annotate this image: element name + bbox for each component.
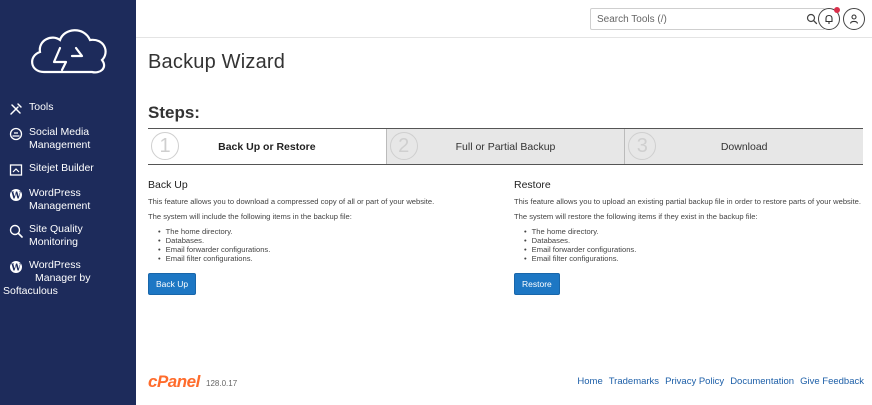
svg-text:W: W xyxy=(10,192,22,202)
footer-link-trademarks[interactable]: Trademarks xyxy=(609,376,659,387)
step-label: Full or Partial Backup xyxy=(455,140,556,153)
list-item: Email filter configurations. xyxy=(158,254,488,263)
svg-text:W: W xyxy=(10,264,22,274)
sidebar-item-label-line: Site Quality xyxy=(29,223,83,235)
step-number: 1 xyxy=(151,132,179,160)
sidebar-item-label-line: Management xyxy=(29,139,91,151)
list-item: Email forwarder configurations. xyxy=(158,245,488,254)
restore-intro: The system will restore the following it… xyxy=(514,212,758,221)
list-item: Email forwarder configurations. xyxy=(524,245,864,254)
search-icon[interactable] xyxy=(806,13,818,25)
site-quality-icon xyxy=(9,224,23,238)
restore-description: This feature allows you to upload an exi… xyxy=(514,197,861,206)
step-number: 3 xyxy=(628,132,657,160)
list-item: The home directory. xyxy=(524,227,864,236)
step-label: Download xyxy=(720,140,768,153)
footer-link-give-feedback[interactable]: Give Feedback xyxy=(800,376,864,387)
step-2[interactable]: 2 Full or Partial Backup xyxy=(386,129,626,164)
backup-description: This feature allows you to download a co… xyxy=(148,197,435,206)
backup-heading: Back Up xyxy=(148,179,188,191)
footer-link-documentation[interactable]: Documentation xyxy=(730,376,794,387)
search-box xyxy=(590,8,825,30)
list-item: The home directory. xyxy=(158,227,488,236)
step-3[interactable]: 3 Download xyxy=(625,129,864,164)
tools-icon xyxy=(10,103,22,115)
sidebar-item-label: Tools xyxy=(29,101,54,113)
main-content: Backup Wizard Steps: 1 Back Up or Restor… xyxy=(136,38,872,405)
notification-badge xyxy=(834,7,840,13)
user-menu-button[interactable] xyxy=(843,8,865,30)
footer-link-privacy-policy[interactable]: Privacy Policy xyxy=(665,376,724,387)
sidebar-item-label: WordPress Management xyxy=(29,187,90,213)
steps-title: Steps: xyxy=(148,103,200,122)
sidebar-item-label-line: Monitoring xyxy=(29,236,79,248)
sidebar-item-label: Sitejet Builder xyxy=(29,162,94,174)
restore-button[interactable]: Restore xyxy=(514,273,560,295)
sidebar-nav: Tools Social Media Management Sitejet Bu… xyxy=(0,101,136,308)
list-item: Databases. xyxy=(158,236,488,245)
step-label: Back Up or Restore xyxy=(218,140,316,153)
sidebar-item-label-line: WordPress xyxy=(29,187,81,199)
restore-heading: Restore xyxy=(514,179,551,191)
sidebar-item-label-line: Softaculous xyxy=(3,285,58,297)
sidebar-item-label-line: WordPress xyxy=(29,259,81,271)
back-up-button[interactable]: Back Up xyxy=(148,273,197,295)
sidebar-item-label-line: Management xyxy=(29,200,91,212)
sidebar-item-label-line: Social Media xyxy=(29,126,90,138)
search-input[interactable] xyxy=(591,9,791,30)
list-item: Email filter configurations. xyxy=(524,254,864,263)
wordpress-icon: W xyxy=(10,261,22,274)
restore-items-list: The home directory. Databases. Email for… xyxy=(524,227,864,263)
social-media-icon xyxy=(9,127,23,141)
list-item: Databases. xyxy=(524,236,864,245)
bell-icon xyxy=(825,14,833,24)
sidebar-item-wordpress-management[interactable]: W WordPress Management xyxy=(0,187,136,213)
sidebar-item-sitejet[interactable]: Sitejet Builder xyxy=(0,162,136,177)
sidebar: Tools Social Media Management Sitejet Bu… xyxy=(0,0,136,405)
sidebar-item-label: Site Quality Monitoring xyxy=(29,223,83,249)
version-text: 128.0.17 xyxy=(206,379,238,388)
sidebar-item-tools[interactable]: Tools xyxy=(0,101,136,116)
sidebar-item-label: WordPress Manager by xyxy=(29,259,90,285)
restore-section: Restore This feature allows you to uploa… xyxy=(514,179,864,295)
backup-intro: The system will include the following it… xyxy=(148,212,352,221)
user-icon xyxy=(849,14,859,24)
step-number: 2 xyxy=(389,132,418,160)
sidebar-item-wordpress-softaculous[interactable]: W WordPress Manager by Softaculous xyxy=(0,259,136,298)
notifications-button[interactable] xyxy=(818,7,840,30)
sidebar-item-label: Social Media Management xyxy=(29,126,90,152)
wordpress-icon: W xyxy=(10,189,22,202)
sidebar-item-social-media[interactable]: Social Media Management xyxy=(0,126,136,152)
top-bar xyxy=(136,0,872,38)
footer: cPanel 128.0.17 Home Trademarks Privacy … xyxy=(148,372,864,392)
cloud-logo-icon[interactable] xyxy=(24,22,112,84)
sidebar-item-site-quality[interactable]: Site Quality Monitoring xyxy=(0,223,136,249)
wizard-steps: 1 Back Up or Restore 2 Full or Partial B… xyxy=(148,128,864,165)
step-1[interactable]: 1 Back Up or Restore xyxy=(148,129,387,164)
page-title: Backup Wizard xyxy=(148,51,286,73)
backup-items-list: The home directory. Databases. Email for… xyxy=(158,227,488,263)
footer-links: Home Trademarks Privacy Policy Documenta… xyxy=(577,376,864,387)
cpanel-logo[interactable]: cPanel xyxy=(148,372,200,392)
sidebar-item-label-line: Manager by xyxy=(35,272,91,284)
footer-link-home[interactable]: Home xyxy=(577,376,602,387)
sitejet-icon xyxy=(9,164,23,176)
backup-section: Back Up This feature allows you to downl… xyxy=(148,179,488,295)
